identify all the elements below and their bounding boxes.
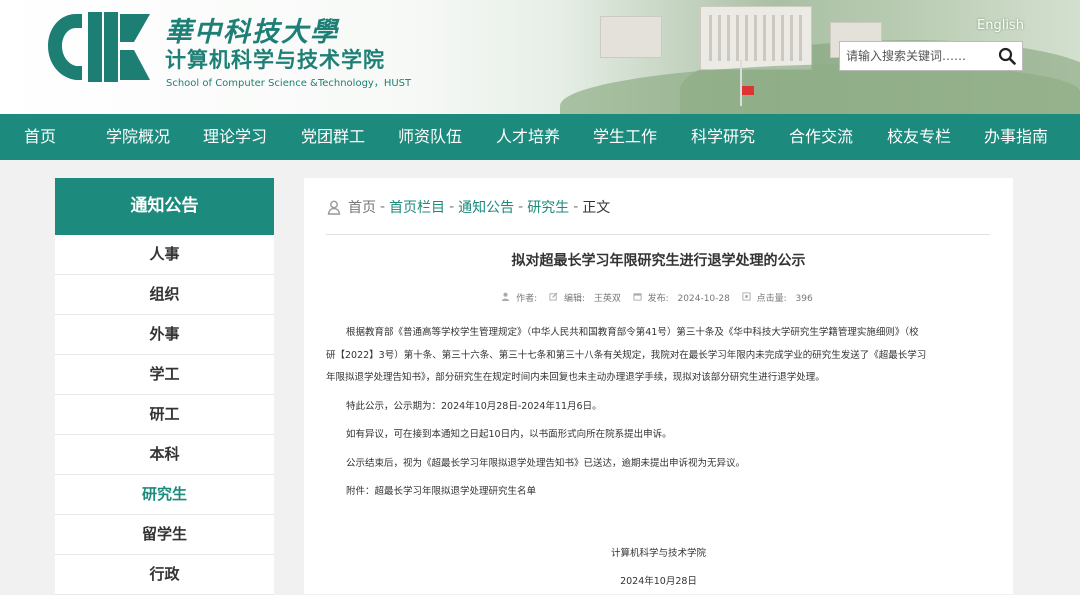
views-meta: 点击量: 396 bbox=[742, 292, 816, 304]
site-header: 華中科技大學 计算机科学与技术学院 School of Computer Sci… bbox=[0, 0, 1080, 114]
main-nav: 首页 学院概况 理论学习 党团群工 师资队伍 人才培养 学生工作 科学研究 合作… bbox=[0, 114, 1080, 160]
sidebar-item-international[interactable]: 留学生 bbox=[55, 515, 274, 555]
breadcrumb-separator: - bbox=[573, 199, 579, 215]
nav-item-home[interactable]: 首页 bbox=[8, 114, 72, 160]
search-box bbox=[839, 41, 1023, 71]
views-label: 点击量: bbox=[756, 294, 787, 304]
views-count: 396 bbox=[795, 294, 813, 304]
article-meta: 作者: 编辑: 王英双 发布: 2024-10-28 点击量: 396 bbox=[304, 291, 1013, 304]
signature: 计算机科学与技术学院 bbox=[610, 548, 706, 559]
sidebar-item-personnel[interactable]: 人事 bbox=[55, 235, 274, 275]
article-title: 拟对超最长学习年限研究生进行退学处理的公示 bbox=[511, 253, 806, 269]
nav-item-guide[interactable]: 办事指南 bbox=[976, 114, 1056, 160]
editor-label: 编辑: bbox=[563, 294, 585, 304]
author-meta: 作者: bbox=[501, 292, 543, 304]
sign-date: 2024年10月28日 bbox=[620, 576, 697, 587]
nav-item-party[interactable]: 党团群工 bbox=[293, 114, 373, 160]
breadcrumb-home[interactable]: 首页 bbox=[348, 197, 376, 217]
sidebar-item-organization[interactable]: 组织 bbox=[55, 275, 274, 315]
sidebar-item-grad-work[interactable]: 研工 bbox=[55, 395, 274, 435]
sidebar-item-student-work[interactable]: 学工 bbox=[55, 355, 274, 395]
sidebar-item-administration[interactable]: 行政 bbox=[55, 555, 274, 595]
sidebar-item-undergrad[interactable]: 本科 bbox=[55, 435, 274, 475]
author-label: 作者: bbox=[516, 294, 538, 304]
editor-name: 王英双 bbox=[593, 294, 621, 304]
school-name: 计算机科学与技术学院 bbox=[165, 48, 385, 72]
nav-item-cooperation[interactable]: 合作交流 bbox=[781, 114, 861, 160]
publish-date: 2024-10-28 bbox=[677, 294, 730, 304]
school-logo-icon[interactable] bbox=[42, 6, 154, 90]
location-pin-icon bbox=[327, 200, 341, 215]
search-input[interactable] bbox=[840, 42, 1002, 70]
school-name-english: School of Computer Science &Technology，H… bbox=[166, 78, 412, 89]
author-icon bbox=[502, 292, 510, 301]
body-paragraph: 特此公示，公示期为：2024年10月28日-2024年11月6日。 bbox=[346, 400, 602, 412]
nav-item-theory[interactable]: 理论学习 bbox=[195, 114, 275, 160]
breadcrumb-separator: - bbox=[518, 199, 524, 215]
nav-item-students[interactable]: 学生工作 bbox=[585, 114, 665, 160]
calendar-icon bbox=[633, 293, 642, 301]
divider bbox=[326, 234, 990, 235]
publish-meta: 发布: 2024-10-28 bbox=[633, 293, 736, 304]
attachment-line[interactable]: 附件：超最长学习年限拟退学处理研究生名单 bbox=[326, 481, 990, 504]
body-line: 研【2022】3号）第十条、第三十六条、第三十七条和第三十八条有关规定，我院对在… bbox=[326, 349, 927, 361]
body-line: 年限拟退学处理告知书》，部分研究生在规定时间内未回复也未主动办理退学手续，现拟对… bbox=[326, 372, 825, 383]
english-link[interactable]: English bbox=[977, 18, 1024, 33]
breadcrumb-link[interactable]: 研究生 bbox=[527, 197, 569, 217]
search-icon[interactable] bbox=[998, 47, 1016, 65]
publish-label: 发布: bbox=[647, 294, 669, 304]
sidebar-item-foreign-affairs[interactable]: 外事 bbox=[55, 315, 274, 355]
nav-item-faculty[interactable]: 师资队伍 bbox=[390, 114, 470, 160]
body-paragraph: 公示结束后，视为《超最长学习年限拟退学处理告知书》已送达，逾期未提出申诉视为无异… bbox=[346, 457, 746, 469]
nav-item-research[interactable]: 科学研究 bbox=[683, 114, 763, 160]
nav-item-alumni[interactable]: 校友专栏 bbox=[879, 114, 959, 160]
nav-item-education[interactable]: 人才培养 bbox=[488, 114, 568, 160]
breadcrumb-link[interactable]: 通知公告 bbox=[458, 197, 514, 217]
breadcrumb-separator: - bbox=[449, 199, 455, 215]
views-icon bbox=[742, 292, 751, 301]
sidebar: 通知公告 人事 组织 外事 学工 研工 本科 研究生 留学生 行政 bbox=[55, 178, 274, 595]
breadcrumb: 首页 - 首页栏目 - 通知公告 - 研究生 - 正文 bbox=[326, 197, 610, 217]
breadcrumb-separator: - bbox=[380, 199, 386, 215]
body-paragraph: 如有异议，可在接到本通知之日起10日内，以书面形式向所在院系提出申诉。 bbox=[346, 429, 672, 440]
article-body: 根据教育部《普通高等学校学生管理规定》（中华人民共和国教育部令第41号）第三十条… bbox=[326, 322, 990, 504]
sidebar-title: 通知公告 bbox=[55, 178, 274, 235]
editor-meta: 编辑: 王英双 bbox=[549, 292, 627, 304]
breadcrumb-current: 正文 bbox=[582, 200, 611, 216]
article-panel: 首页 - 首页栏目 - 通知公告 - 研究生 - 正文 拟对超最长学习年限研究生… bbox=[304, 178, 1013, 594]
breadcrumb-link[interactable]: 首页栏目 bbox=[389, 197, 445, 217]
sidebar-item-graduate[interactable]: 研究生 bbox=[55, 475, 274, 515]
nav-item-about[interactable]: 学院概况 bbox=[98, 114, 178, 160]
body-line: 根据教育部《普通高等学校学生管理规定》（中华人民共和国教育部令第41号）第三十条… bbox=[346, 327, 919, 338]
edit-icon bbox=[549, 292, 558, 301]
